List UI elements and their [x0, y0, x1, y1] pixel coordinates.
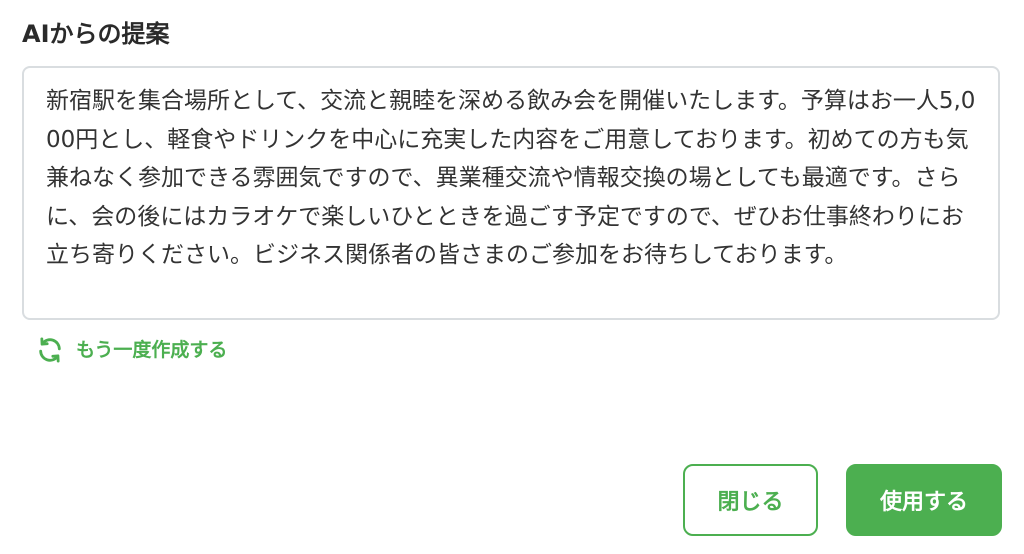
dialog-title: AIからの提案	[22, 20, 170, 48]
refresh-icon	[36, 336, 64, 364]
regenerate-label: もう一度作成する	[76, 339, 228, 361]
close-button[interactable]: 閉じる	[683, 464, 818, 536]
use-button[interactable]: 使用する	[846, 464, 1002, 536]
suggestion-textarea[interactable]: 新宿駅を集合場所として、交流と親睦を深める飲み会を開催いたします。予算はお一人5…	[22, 66, 1000, 320]
ai-suggestion-dialog: AIからの提案 新宿駅を集合場所として、交流と親睦を深める飲み会を開催いたします…	[0, 0, 1024, 554]
regenerate-button[interactable]: もう一度作成する	[36, 336, 227, 364]
